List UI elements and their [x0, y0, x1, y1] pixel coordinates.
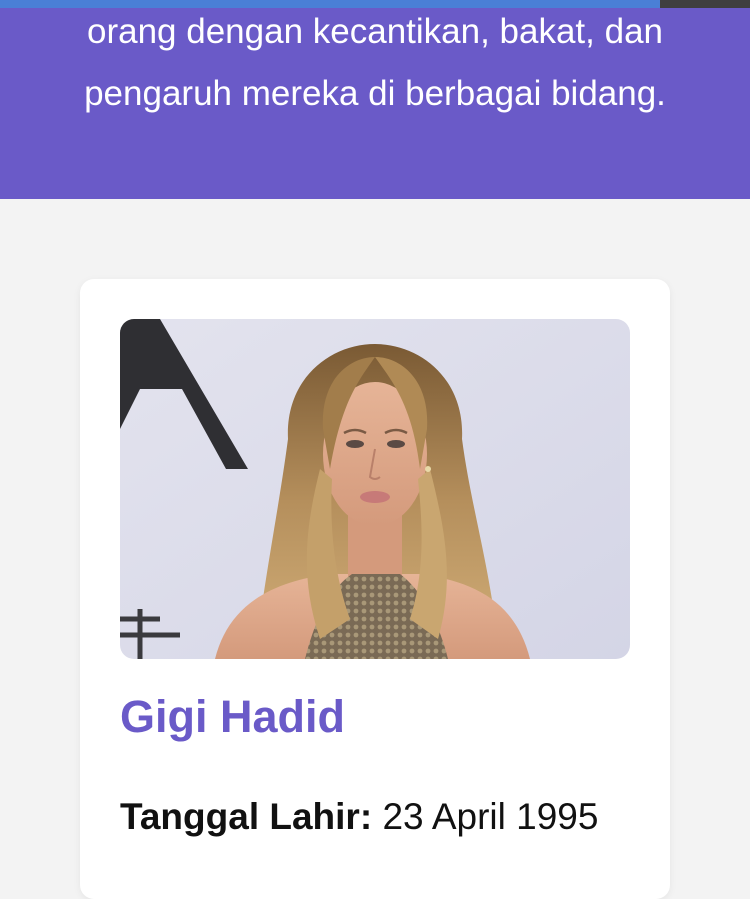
- birth-date-label: Tanggal Lahir:: [120, 796, 373, 837]
- birth-date-value: 23 April 1995: [382, 796, 599, 837]
- profile-name: Gigi Hadid: [120, 691, 345, 742]
- hero-description: orang dengan kecantikan, bakat, dan penga…: [84, 12, 666, 113]
- birth-date-row: Tanggal Lahir: 23 April 1995: [120, 795, 598, 839]
- profile-photo: [120, 319, 630, 659]
- profile-card: Gigi Hadid Tanggal Lahir: 23 April 1995: [80, 279, 670, 899]
- hero-banner: orang dengan kecantikan, bakat, dan penga…: [0, 8, 750, 199]
- portrait-photo-image: [120, 319, 630, 659]
